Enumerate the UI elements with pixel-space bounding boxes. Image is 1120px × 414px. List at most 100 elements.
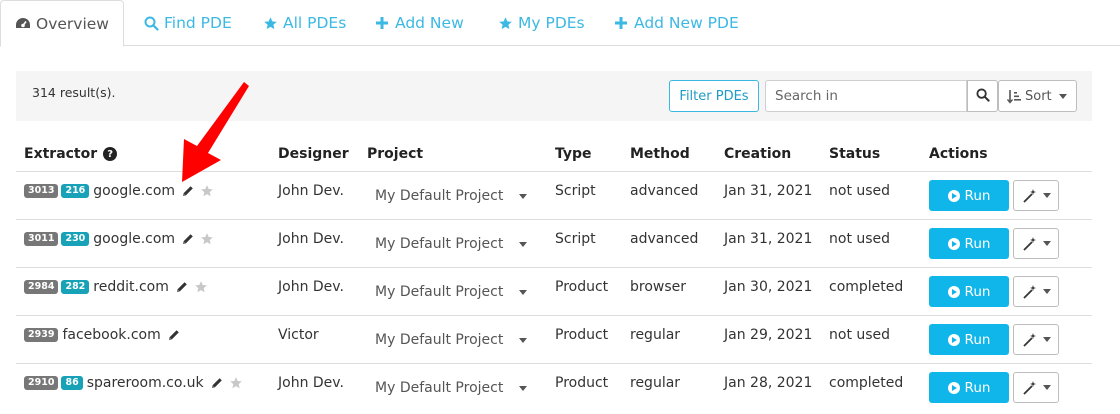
results-count: 314 result(s). bbox=[32, 85, 116, 100]
header-extractor-label: Extractor bbox=[24, 146, 98, 162]
table-row: 2984 282 reddit.com John Dev. My Default Pro… bbox=[16, 267, 1092, 315]
project-select[interactable]: My Default Project bbox=[367, 328, 527, 352]
type-cell: Product bbox=[555, 375, 609, 391]
magic-wand-icon bbox=[1022, 188, 1038, 204]
star-icon bbox=[262, 15, 278, 31]
chevron-down-icon bbox=[1042, 385, 1051, 390]
run-button[interactable]: Run bbox=[929, 180, 1009, 211]
version-badge: 282 bbox=[61, 280, 90, 294]
creation-cell: Jan 31, 2021 bbox=[724, 231, 813, 247]
wand-dropdown-button[interactable] bbox=[1013, 276, 1059, 307]
pencil-icon[interactable] bbox=[176, 281, 188, 293]
pencil-icon[interactable] bbox=[211, 377, 223, 389]
run-button[interactable]: Run bbox=[929, 228, 1009, 259]
filter-pdes-button[interactable]: Filter PDEs bbox=[669, 80, 759, 112]
magic-wand-icon bbox=[1022, 332, 1038, 348]
designer-cell: John Dev. bbox=[278, 375, 344, 391]
project-select-value: My Default Project bbox=[375, 332, 504, 348]
id-badge: 3013 bbox=[24, 184, 59, 198]
run-label: Run bbox=[964, 235, 991, 252]
status-cell: not used bbox=[829, 231, 891, 247]
run-label: Run bbox=[964, 331, 991, 348]
method-cell: advanced bbox=[630, 183, 699, 199]
star-icon[interactable] bbox=[229, 376, 243, 390]
plus-icon bbox=[613, 15, 629, 31]
tab-my-pdes[interactable]: My PDEs bbox=[497, 0, 585, 46]
chevron-down-icon bbox=[519, 338, 527, 343]
id-badge: 2939 bbox=[24, 328, 59, 342]
play-icon bbox=[947, 333, 960, 346]
tab-my-pdes-label: My PDEs bbox=[518, 14, 585, 32]
header-method: Method bbox=[630, 146, 690, 162]
run-label: Run bbox=[964, 379, 991, 396]
pencil-icon[interactable] bbox=[168, 329, 180, 341]
extractor-domain-link[interactable]: spareroom.co.uk bbox=[87, 375, 204, 391]
question-icon[interactable]: ? bbox=[103, 147, 118, 161]
extractor-domain-link[interactable]: google.com bbox=[93, 183, 175, 199]
header-actions: Actions bbox=[929, 146, 988, 162]
search-input[interactable] bbox=[765, 80, 967, 112]
method-cell: advanced bbox=[630, 231, 699, 247]
type-cell: Script bbox=[555, 231, 596, 247]
play-icon bbox=[947, 189, 960, 202]
chevron-down-icon bbox=[1058, 93, 1067, 99]
extractor-cell: 2984 282 reddit.com bbox=[24, 279, 208, 295]
tab-add-new-label: Add New bbox=[395, 14, 464, 32]
extractor-cell: 3011 230 google.com bbox=[24, 231, 214, 247]
tab-overview-label: Overview bbox=[36, 14, 109, 33]
creation-cell: Jan 29, 2021 bbox=[724, 327, 813, 343]
tab-all-pdes[interactable]: All PDEs bbox=[262, 0, 346, 46]
status-cell: completed bbox=[829, 375, 904, 391]
designer-cell: Victor bbox=[278, 327, 319, 343]
header-type: Type bbox=[555, 146, 592, 162]
extractor-cell: 2939 facebook.com bbox=[24, 327, 180, 343]
sort-label: Sort bbox=[1025, 88, 1052, 104]
designer-cell: John Dev. bbox=[278, 183, 344, 199]
version-badge: 216 bbox=[61, 184, 90, 198]
run-label: Run bbox=[964, 283, 991, 300]
table-row: 3011 230 google.com John Dev. My Default Pro… bbox=[16, 219, 1092, 267]
project-select[interactable]: My Default Project bbox=[367, 376, 527, 400]
run-button[interactable]: Run bbox=[929, 276, 1009, 307]
project-select-value: My Default Project bbox=[375, 188, 504, 204]
sort-button[interactable]: Sort bbox=[998, 80, 1077, 112]
play-icon bbox=[947, 285, 960, 298]
play-icon bbox=[947, 237, 960, 250]
wand-dropdown-button[interactable] bbox=[1013, 324, 1059, 355]
table-row: 2910 86 spareroom.co.uk John Dev. My Default… bbox=[16, 363, 1092, 411]
tab-add-new-pde-label: Add New PDE bbox=[634, 14, 739, 32]
version-badge: 86 bbox=[61, 376, 83, 390]
star-icon[interactable] bbox=[200, 232, 214, 246]
search-icon bbox=[143, 15, 159, 31]
chevron-down-icon bbox=[519, 194, 527, 199]
creation-cell: Jan 30, 2021 bbox=[724, 279, 813, 295]
tab-find-pde[interactable]: Find PDE bbox=[143, 0, 232, 46]
chevron-down-icon bbox=[1042, 241, 1051, 246]
extractor-domain-link[interactable]: reddit.com bbox=[93, 279, 169, 295]
run-button[interactable]: Run bbox=[929, 324, 1009, 355]
table-row: 2939 facebook.com Victor My Default Project… bbox=[16, 315, 1092, 363]
run-label: Run bbox=[964, 187, 991, 204]
run-button[interactable]: Run bbox=[929, 372, 1009, 403]
extractor-domain-link[interactable]: facebook.com bbox=[62, 327, 160, 343]
designer-cell: John Dev. bbox=[278, 279, 344, 295]
wand-dropdown-button[interactable] bbox=[1013, 372, 1059, 403]
project-select[interactable]: My Default Project bbox=[367, 184, 527, 208]
header-creation: Creation bbox=[724, 146, 792, 162]
project-select[interactable]: My Default Project bbox=[367, 232, 527, 256]
project-select[interactable]: My Default Project bbox=[367, 280, 527, 304]
wand-dropdown-button[interactable] bbox=[1013, 228, 1059, 259]
tab-overview[interactable]: Overview bbox=[0, 0, 124, 47]
chevron-down-icon bbox=[1042, 289, 1051, 294]
pencil-icon[interactable] bbox=[182, 233, 194, 245]
type-cell: Product bbox=[555, 279, 609, 295]
wand-dropdown-button[interactable] bbox=[1013, 180, 1059, 211]
tab-add-new[interactable]: Add New bbox=[374, 0, 464, 46]
tab-add-new-pde[interactable]: Add New PDE bbox=[613, 0, 739, 46]
extractor-domain-link[interactable]: google.com bbox=[93, 231, 175, 247]
pencil-icon[interactable] bbox=[182, 185, 194, 197]
search-button[interactable] bbox=[967, 80, 998, 112]
star-icon[interactable] bbox=[200, 184, 214, 198]
method-cell: regular bbox=[630, 375, 681, 391]
star-icon[interactable] bbox=[194, 280, 208, 294]
